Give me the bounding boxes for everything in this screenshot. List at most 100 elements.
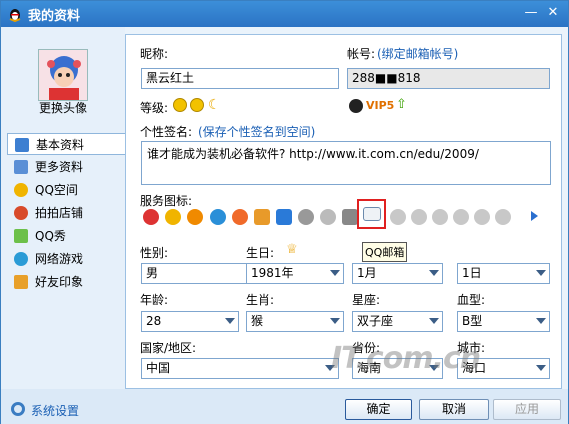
constellation-select[interactable]: 双子座 bbox=[352, 311, 443, 332]
gender-value: 男 bbox=[146, 266, 159, 280]
qzone-star-icon bbox=[14, 183, 28, 197]
home-service-icon[interactable] bbox=[254, 209, 270, 225]
age-label: 年龄: bbox=[140, 293, 169, 307]
sun-level-icon bbox=[173, 98, 187, 112]
save-signature-link[interactable]: (保存个性签名到空间) bbox=[198, 123, 315, 140]
zodiac-select[interactable]: 猴 bbox=[246, 311, 344, 332]
gear-icon[interactable] bbox=[11, 402, 25, 416]
diamond-service-icon[interactable] bbox=[453, 209, 469, 225]
constellation-label: 星座: bbox=[352, 293, 381, 307]
qq-penguin-icon bbox=[9, 9, 21, 22]
diamond-service-icon[interactable] bbox=[474, 209, 490, 225]
nickname-label: 昵称: bbox=[140, 47, 169, 61]
sidebar-item-games[interactable]: 网络游戏 bbox=[7, 248, 125, 270]
qqshow-icon bbox=[14, 229, 28, 243]
crown-icon: ♕ bbox=[286, 242, 298, 257]
profile-card-icon bbox=[15, 138, 29, 152]
mail-service-icon[interactable] bbox=[363, 207, 381, 221]
birth-day-select[interactable]: 1日 bbox=[457, 263, 550, 284]
birth-month-value: 1月 bbox=[357, 266, 377, 280]
minimize-button[interactable]: — bbox=[521, 4, 541, 22]
sidebar-item-label: 更多资料 bbox=[35, 160, 84, 174]
zodiac-value: 猴 bbox=[251, 314, 264, 328]
chevron-down-icon bbox=[429, 318, 439, 324]
bottom-bar: 系统设置 确定 取消 应用 bbox=[1, 389, 568, 424]
heart-service-icon[interactable] bbox=[232, 209, 248, 225]
cancel-button[interactable]: 取消 bbox=[419, 399, 489, 420]
gender-label: 性别: bbox=[140, 246, 169, 260]
shield-service-icon[interactable] bbox=[342, 209, 358, 225]
chevron-down-icon bbox=[429, 270, 439, 276]
country-value: 中国 bbox=[146, 361, 171, 375]
grey-service-icon[interactable] bbox=[298, 209, 314, 225]
vip-penguin-icon bbox=[349, 99, 363, 113]
friend-impression-icon bbox=[14, 275, 28, 289]
more-services-arrow-icon[interactable] bbox=[531, 211, 538, 221]
age-select[interactable]: 28 bbox=[141, 311, 239, 332]
window-title: 我的资料 bbox=[28, 9, 81, 24]
ok-button[interactable]: 确定 bbox=[345, 399, 412, 420]
diamond-service-icon[interactable] bbox=[495, 209, 511, 225]
level-label: 等级: bbox=[140, 101, 169, 115]
age-value: 28 bbox=[146, 314, 162, 328]
signature-textarea[interactable]: 谁才能成为装机必备软件? http://www.it.com.cn/edu/20… bbox=[141, 141, 551, 185]
sidebar: 更换头像 基本资料 更多资料 QQ空间 拍拍店铺 QQ秀 网络游戏 好友印象 bbox=[1, 27, 125, 389]
birth-year-select[interactable]: 1981年 bbox=[246, 263, 344, 284]
sidebar-item-more-info[interactable]: 更多资料 bbox=[7, 156, 125, 178]
bind-email-link[interactable]: (绑定邮箱帐号) bbox=[377, 45, 458, 62]
diamond-service-icon[interactable] bbox=[411, 209, 427, 225]
diamond-service-icon[interactable] bbox=[390, 209, 406, 225]
system-settings-link[interactable]: 系统设置 bbox=[31, 402, 79, 419]
sidebar-item-paipai[interactable]: 拍拍店铺 bbox=[7, 202, 125, 224]
qq-penguin-service-icon[interactable] bbox=[143, 209, 159, 225]
blood-type-label: 血型: bbox=[457, 293, 486, 307]
sidebar-item-qzone[interactable]: QQ空间 bbox=[7, 179, 125, 201]
account-label: 帐号: bbox=[347, 47, 376, 61]
paipai-service-icon[interactable] bbox=[187, 209, 203, 225]
more-info-icon bbox=[14, 160, 28, 174]
paipai-blue-service-icon[interactable] bbox=[210, 209, 226, 225]
country-label: 国家/地区: bbox=[140, 341, 197, 355]
birthday-label: 生日: bbox=[246, 246, 275, 260]
sidebar-item-label: 拍拍店铺 bbox=[35, 206, 84, 220]
qq-mail-tooltip: QQ邮箱 bbox=[362, 242, 408, 262]
blood-type-select[interactable]: B型 bbox=[457, 311, 550, 332]
sun-level-icon bbox=[190, 98, 204, 112]
zodiac-label: 生肖: bbox=[246, 293, 275, 307]
avatar[interactable] bbox=[38, 49, 88, 101]
country-select[interactable]: 中国 bbox=[141, 358, 339, 379]
sidebar-item-impressions[interactable]: 好友印象 bbox=[7, 271, 125, 293]
moon-level-icon: ☾ bbox=[208, 97, 221, 113]
apply-button[interactable]: 应用 bbox=[493, 399, 561, 420]
game-icon bbox=[14, 252, 28, 266]
level-up-arrow-icon: ⇧ bbox=[396, 97, 407, 112]
service-icons-label: 服务图标: bbox=[140, 194, 193, 208]
sidebar-item-basic-info[interactable]: 基本资料 bbox=[7, 133, 125, 155]
nickname-field[interactable]: 黑云红土 bbox=[141, 68, 339, 89]
chevron-down-icon bbox=[330, 270, 340, 276]
qzone-service-icon[interactable] bbox=[165, 209, 181, 225]
close-button[interactable]: ✕ bbox=[543, 4, 563, 22]
membership-service-icon[interactable] bbox=[320, 209, 336, 225]
birth-month-select[interactable]: 1月 bbox=[352, 263, 443, 284]
chevron-down-icon bbox=[536, 270, 546, 276]
change-avatar-link[interactable]: 更换头像 bbox=[1, 99, 125, 116]
sidebar-item-qqshow[interactable]: QQ秀 bbox=[7, 225, 125, 247]
vip-badge: VIP5 bbox=[366, 99, 395, 112]
paipai-shop-icon bbox=[14, 206, 28, 220]
blood-type-value: B型 bbox=[462, 314, 483, 328]
account-field: 288■■818 bbox=[347, 68, 550, 89]
sidebar-item-label: 好友印象 bbox=[35, 275, 84, 289]
sidebar-item-label: QQ秀 bbox=[35, 229, 66, 243]
title-bar[interactable]: 我的资料 — ✕ bbox=[1, 1, 568, 27]
profile-window: 我的资料 — ✕ 更换头像 基本资料 更多资料 QQ空间 拍拍店铺 QQ秀 网络… bbox=[0, 0, 569, 424]
avatar-image bbox=[39, 50, 87, 100]
birth-year-value: 1981年 bbox=[251, 266, 294, 280]
camera-service-icon[interactable] bbox=[276, 209, 292, 225]
chevron-down-icon bbox=[225, 318, 235, 324]
constellation-value: 双子座 bbox=[357, 314, 394, 328]
watermark: IT.com.cn bbox=[331, 341, 481, 376]
sidebar-item-label: QQ空间 bbox=[35, 183, 78, 197]
diamond-service-icon[interactable] bbox=[432, 209, 448, 225]
sidebar-item-label: 基本资料 bbox=[36, 138, 85, 152]
